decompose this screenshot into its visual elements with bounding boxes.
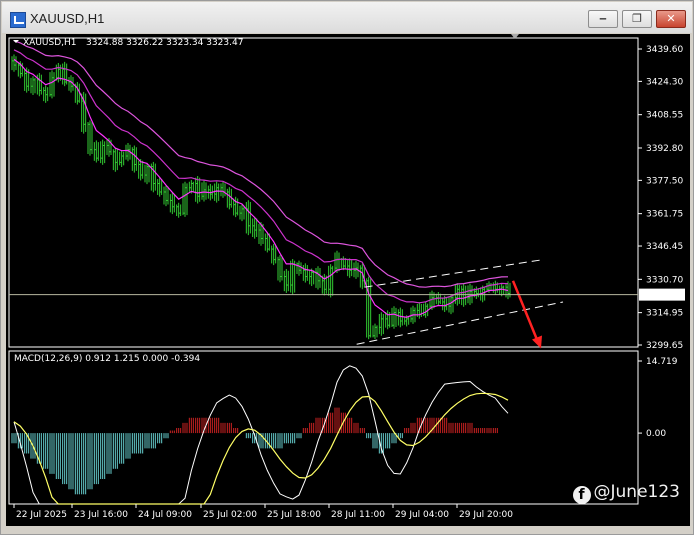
close-button[interactable]: ✕ <box>656 10 686 28</box>
price-tick-label: 3299.65 <box>646 341 683 351</box>
macd-histogram-group <box>11 407 498 495</box>
time-tick-label: 25 Jul 02:00 <box>203 510 257 520</box>
watermark: f @June123 <box>572 482 680 504</box>
candles-group <box>11 54 511 340</box>
price-tick-label: 3392.80 <box>646 144 683 154</box>
time-tick-label: 23 Jul 16:00 <box>74 510 128 520</box>
price-tick-label: 3330.70 <box>646 275 683 285</box>
macd-tick-label: 0.00 <box>646 429 666 439</box>
price-tick-label: 3439.60 <box>646 45 683 55</box>
moving-average-line <box>13 58 509 318</box>
window-title: XAUUSD,H1 <box>30 11 105 26</box>
minimize-button[interactable]: ‒ <box>588 10 618 28</box>
ohlc-readout: 3324.88 3326.22 3323.34 3323.47 <box>86 38 243 48</box>
title-bar[interactable]: XAUUSD,H1 ‒ ❐ ✕ <box>2 2 692 33</box>
moving-average-line <box>13 49 509 304</box>
maximize-button[interactable]: ❐ <box>622 10 652 28</box>
price-tick-label: 3424.30 <box>646 77 683 87</box>
current-price-label: 3323.47 <box>643 291 680 301</box>
close-icon: ✕ <box>666 12 676 25</box>
chart-area[interactable]: 3439.60 3424.30 3408.55 3392.80 3377.50 3361.… <box>6 34 690 526</box>
maximize-icon: ❐ <box>632 12 642 25</box>
price-panel-border <box>8 37 639 348</box>
facebook-icon: f <box>572 486 591 504</box>
terminal-window: XAUUSD,H1 ‒ ❐ ✕ 3439.60 3424.30 3408.55 339… <box>0 0 694 535</box>
channel-upper-line <box>364 259 544 288</box>
price-tick-label: 3346.45 <box>646 242 683 252</box>
time-tick-label: 22 Jul 2025 <box>16 510 67 520</box>
time-tick-label: 29 Jul 04:00 <box>395 510 449 520</box>
watermark-text: @June123 <box>593 482 680 502</box>
macd-tick-label: 14.719 <box>646 357 678 367</box>
macd-title: MACD(12,26,9) 0.912 1.215 0.000 -0.394 <box>14 354 200 364</box>
minimize-icon: ‒ <box>599 12 607 25</box>
moving-average-line <box>13 40 509 288</box>
price-tick-label: 3377.50 <box>646 176 683 186</box>
time-tick-label: 24 Jul 09:00 <box>138 510 192 520</box>
time-tick-label: 28 Jul 11:00 <box>331 510 385 520</box>
time-tick-label: 29 Jul 20:00 <box>459 510 513 520</box>
time-tick-label: 25 Jul 18:00 <box>267 510 321 520</box>
price-tick-label: 3361.75 <box>646 210 683 220</box>
chart-window-icon <box>10 12 26 28</box>
price-tick-label: 3408.55 <box>646 111 683 121</box>
price-tick-label: 3314.95 <box>646 309 683 319</box>
chart-symbol-label: XAUUSD,H1 <box>23 38 77 48</box>
chart-canvas[interactable]: 3439.60 3424.30 3408.55 3392.80 3377.50 3361.… <box>6 34 690 526</box>
